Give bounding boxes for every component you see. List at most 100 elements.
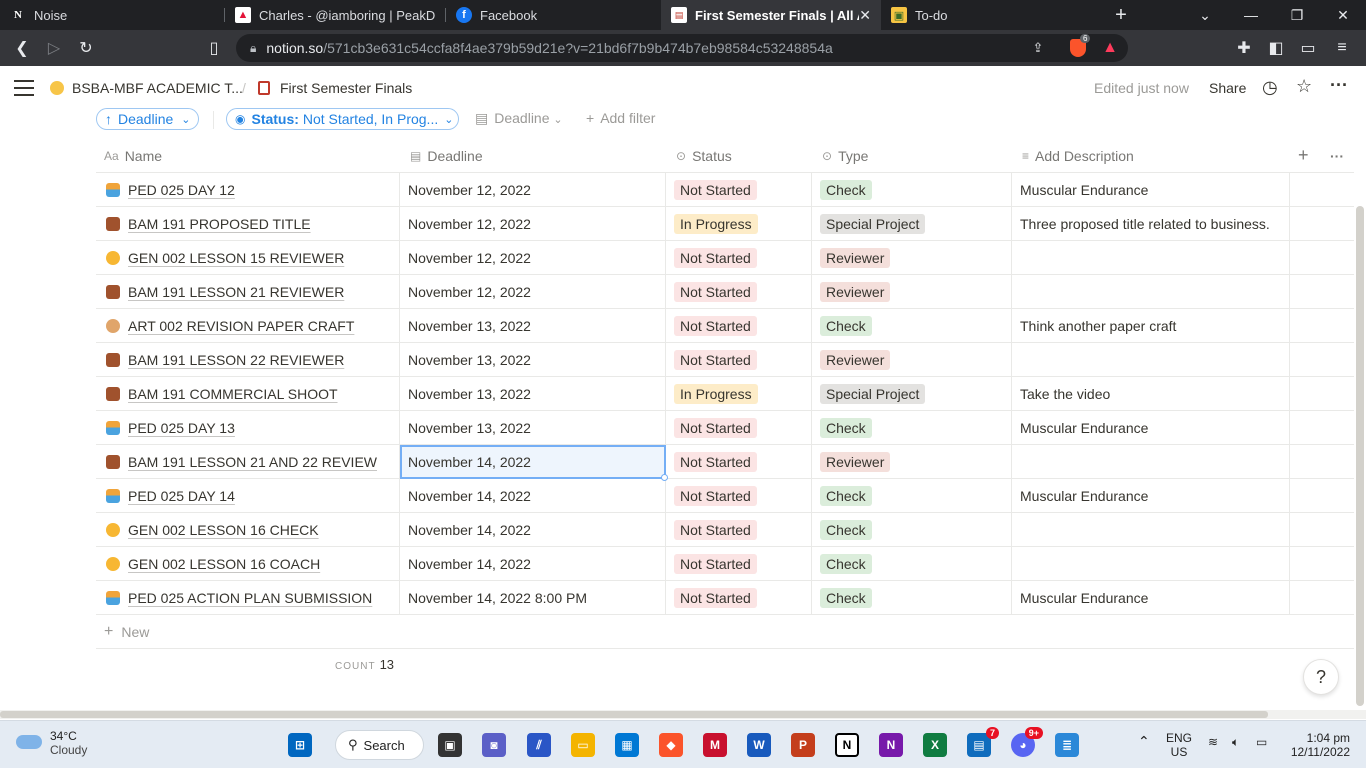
column-status[interactable]: ⊙ Status: [676, 148, 732, 164]
table-row[interactable]: PED 025 DAY 13 November 13, 2022 Not Start…: [96, 411, 1354, 445]
maximize-icon[interactable]: ❐: [1274, 0, 1320, 30]
resize-handle[interactable]: [661, 474, 668, 481]
type-cell[interactable]: Check: [812, 547, 1012, 581]
weather-widget[interactable]: 34°C Cloudy: [16, 729, 87, 757]
empty-cell[interactable]: [1290, 377, 1354, 411]
column-description[interactable]: ≡ Add Description: [1022, 148, 1134, 164]
horizontal-scrollbar[interactable]: [0, 710, 1366, 719]
sidebar-icon[interactable]: ◧: [1264, 36, 1288, 60]
table-row[interactable]: BAM 191 LESSON 21 AND 22 REVIEW November …: [96, 445, 1354, 481]
task-name[interactable]: BAM 191 LESSON 21 REVIEWER: [128, 284, 344, 300]
close-window-icon[interactable]: ✕: [1320, 0, 1366, 30]
breadcrumb-page[interactable]: First Semester Finals: [258, 80, 412, 96]
star-icon[interactable]: ☆: [1296, 76, 1312, 97]
deadline-cell[interactable]: November 13, 2022: [400, 309, 666, 343]
task-name[interactable]: GEN 002 LESSON 16 COACH: [128, 556, 320, 572]
empty-cell[interactable]: [1290, 207, 1354, 241]
status-cell[interactable]: Not Started: [666, 275, 812, 309]
name-cell[interactable]: BAM 191 LESSON 21 REVIEWER: [96, 275, 400, 309]
table-row[interactable]: BAM 191 LESSON 21 REVIEWER November 12, 2…: [96, 275, 1354, 309]
task-name[interactable]: PED 025 DAY 12: [128, 182, 235, 198]
task-name[interactable]: GEN 002 LESSON 16 CHECK: [128, 522, 319, 538]
deadline-cell[interactable]: November 12, 2022: [400, 241, 666, 275]
column-type[interactable]: ⊙ Type: [822, 148, 868, 164]
name-cell[interactable]: GEN 002 LESSON 16 COACH: [96, 547, 400, 581]
vscode-like-icon[interactable]: ⫽: [527, 733, 551, 757]
name-cell[interactable]: BAM 191 LESSON 22 REVIEWER: [96, 343, 400, 377]
description-cell[interactable]: Muscular Endurance: [1012, 173, 1290, 207]
name-cell[interactable]: ART 002 REVISION PAPER CRAFT: [96, 309, 400, 343]
column-more-icon[interactable]: ···: [1330, 148, 1344, 164]
status-cell[interactable]: Not Started: [666, 445, 812, 479]
description-cell[interactable]: [1012, 445, 1290, 479]
type-cell[interactable]: Check: [812, 411, 1012, 445]
start-icon[interactable]: ⊞: [288, 733, 312, 757]
bookmark-icon[interactable]: ▯: [202, 36, 226, 60]
status-filter-chip[interactable]: ◉ Status: Not Started, In Prog... ⌄: [226, 108, 459, 130]
deadline-cell[interactable]: November 13, 2022: [400, 377, 666, 411]
wifi-icon[interactable]: ≋: [1208, 735, 1218, 749]
table-row[interactable]: PED 025 DAY 14 November 14, 2022 Not Start…: [96, 479, 1354, 513]
column-name[interactable]: Aa Name: [104, 148, 162, 164]
extensions-icon[interactable]: ✚: [1232, 36, 1256, 60]
column-deadline[interactable]: ▤ Deadline: [410, 148, 483, 164]
type-cell[interactable]: Check: [812, 479, 1012, 513]
powerpoint-icon[interactable]: P: [791, 733, 815, 757]
outlook-icon[interactable]: ▤ 7: [967, 727, 999, 757]
table-row[interactable]: BAM 191 PROPOSED TITLE November 12, 2022 I…: [96, 207, 1354, 241]
table-row[interactable]: BAM 191 LESSON 22 REVIEWER November 13, 2…: [96, 343, 1354, 377]
status-cell[interactable]: Not Started: [666, 241, 812, 275]
brave-rewards-icon[interactable]: ▲: [1098, 36, 1122, 60]
sidebar-menu-icon[interactable]: [14, 80, 34, 98]
name-cell[interactable]: PED 025 DAY 13: [96, 411, 400, 445]
task-view-icon[interactable]: ▣: [438, 733, 462, 757]
status-cell[interactable]: Not Started: [666, 581, 812, 615]
clock[interactable]: 1:04 pm 12/11/2022: [1290, 731, 1350, 759]
tab-first-semester-finals[interactable]: ▤ First Semester Finals | All Acad ✕: [661, 0, 881, 30]
empty-cell[interactable]: [1290, 275, 1354, 309]
taskbar-search[interactable]: ⚲ Search: [335, 730, 424, 760]
breadcrumb-workspace[interactable]: BSBA-MBF ACADEMIC T...: [50, 80, 243, 96]
onenote-icon[interactable]: N: [879, 733, 903, 757]
deadline-cell[interactable]: November 14, 2022: [400, 547, 666, 581]
status-cell[interactable]: Not Started: [666, 479, 812, 513]
name-cell[interactable]: BAM 191 COMMERCIAL SHOOT: [96, 377, 400, 411]
description-cell[interactable]: [1012, 241, 1290, 275]
type-cell[interactable]: Check: [812, 173, 1012, 207]
type-cell[interactable]: Check: [812, 513, 1012, 547]
description-cell[interactable]: [1012, 275, 1290, 309]
task-name[interactable]: PED 025 DAY 13: [128, 420, 235, 436]
forward-icon[interactable]: ▷: [42, 36, 66, 60]
volume-icon[interactable]: 🔈︎: [1232, 735, 1239, 750]
description-cell[interactable]: [1012, 547, 1290, 581]
more-icon[interactable]: ···: [1330, 75, 1348, 96]
empty-cell[interactable]: [1290, 513, 1354, 547]
type-cell[interactable]: Reviewer: [812, 275, 1012, 309]
help-button[interactable]: ?: [1303, 659, 1339, 695]
table-row[interactable]: ART 002 REVISION PAPER CRAFT November 13,…: [96, 309, 1354, 343]
task-name[interactable]: BAM 191 PROPOSED TITLE: [128, 216, 311, 232]
name-cell[interactable]: GEN 002 LESSON 15 REVIEWER: [96, 241, 400, 275]
sort-chip[interactable]: ↑ Deadline ⌄: [96, 108, 199, 130]
type-cell[interactable]: Special Project: [812, 207, 1012, 241]
notion-app-icon[interactable]: N: [835, 733, 859, 757]
notepad-icon[interactable]: ≣: [1055, 733, 1079, 757]
deadline-cell[interactable]: November 13, 2022: [400, 343, 666, 377]
store-icon[interactable]: ▦: [615, 733, 639, 757]
mcafee-icon[interactable]: M: [703, 733, 727, 757]
name-cell[interactable]: BAM 191 PROPOSED TITLE: [96, 207, 400, 241]
excel-icon[interactable]: X: [923, 733, 947, 757]
url-field[interactable]: 🔒︎ notion.so /571cb3e631c54ccfa8f4ae379b…: [236, 34, 1128, 62]
name-cell[interactable]: BAM 191 LESSON 21 AND 22 REVIEW: [96, 445, 400, 479]
battery-icon[interactable]: ▭: [1256, 735, 1267, 749]
name-cell[interactable]: PED 025 DAY 14: [96, 479, 400, 513]
empty-cell[interactable]: [1290, 173, 1354, 207]
back-icon[interactable]: ❮: [10, 36, 34, 60]
table-row[interactable]: GEN 002 LESSON 15 REVIEWER November 12, 2…: [96, 241, 1354, 275]
brave-icon[interactable]: ◆: [659, 733, 683, 757]
description-cell[interactable]: Muscular Endurance: [1012, 411, 1290, 445]
table-row[interactable]: GEN 002 LESSON 16 CHECK November 14, 2022…: [96, 513, 1354, 547]
close-icon[interactable]: ✕: [859, 7, 871, 24]
status-cell[interactable]: In Progress: [666, 207, 812, 241]
deadline-cell[interactable]: November 14, 2022 8:00 PM: [400, 581, 666, 615]
